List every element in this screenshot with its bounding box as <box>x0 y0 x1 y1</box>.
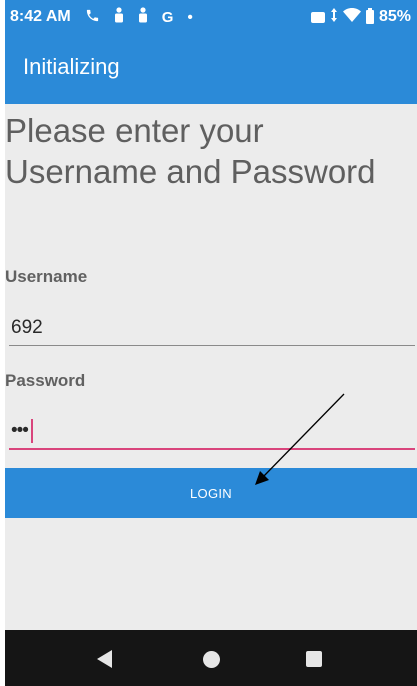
status-system-icons: 85% <box>310 7 411 27</box>
text-cursor <box>30 419 33 443</box>
recents-icon[interactable] <box>306 651 322 667</box>
dot-icon: • <box>187 8 193 26</box>
message-icon <box>310 11 325 23</box>
app-bar: Initializing <box>5 34 417 104</box>
battery-icon <box>365 8 374 24</box>
password-label: Password <box>5 371 86 390</box>
status-notification-icons: G • <box>85 7 193 27</box>
password-masked-value: ••• <box>11 420 29 441</box>
battery-percent: 85% <box>378 8 411 25</box>
back-icon[interactable] <box>97 650 112 668</box>
login-button[interactable]: LOGIN <box>5 468 417 518</box>
data-arrows-icon <box>330 7 338 27</box>
status-bar: 8:42 AM G • 85% <box>5 0 417 34</box>
status-time: 8:42 AM <box>10 8 71 25</box>
person-icon <box>114 7 124 27</box>
home-icon[interactable] <box>203 651 220 668</box>
person-icon <box>138 7 148 27</box>
login-prompt: Please enter your Username and Password <box>5 112 376 190</box>
google-icon: G <box>161 8 174 26</box>
phone-icon <box>85 8 100 27</box>
username-input[interactable] <box>9 310 415 346</box>
username-label: Username <box>5 267 88 286</box>
app-bar-title: Initializing <box>23 54 120 79</box>
password-input[interactable]: ••• <box>9 414 415 450</box>
app-screen: 8:42 AM G • 85% Initializing Please ente… <box>5 0 417 686</box>
wifi-icon <box>342 7 361 27</box>
navigation-bar <box>5 630 417 686</box>
